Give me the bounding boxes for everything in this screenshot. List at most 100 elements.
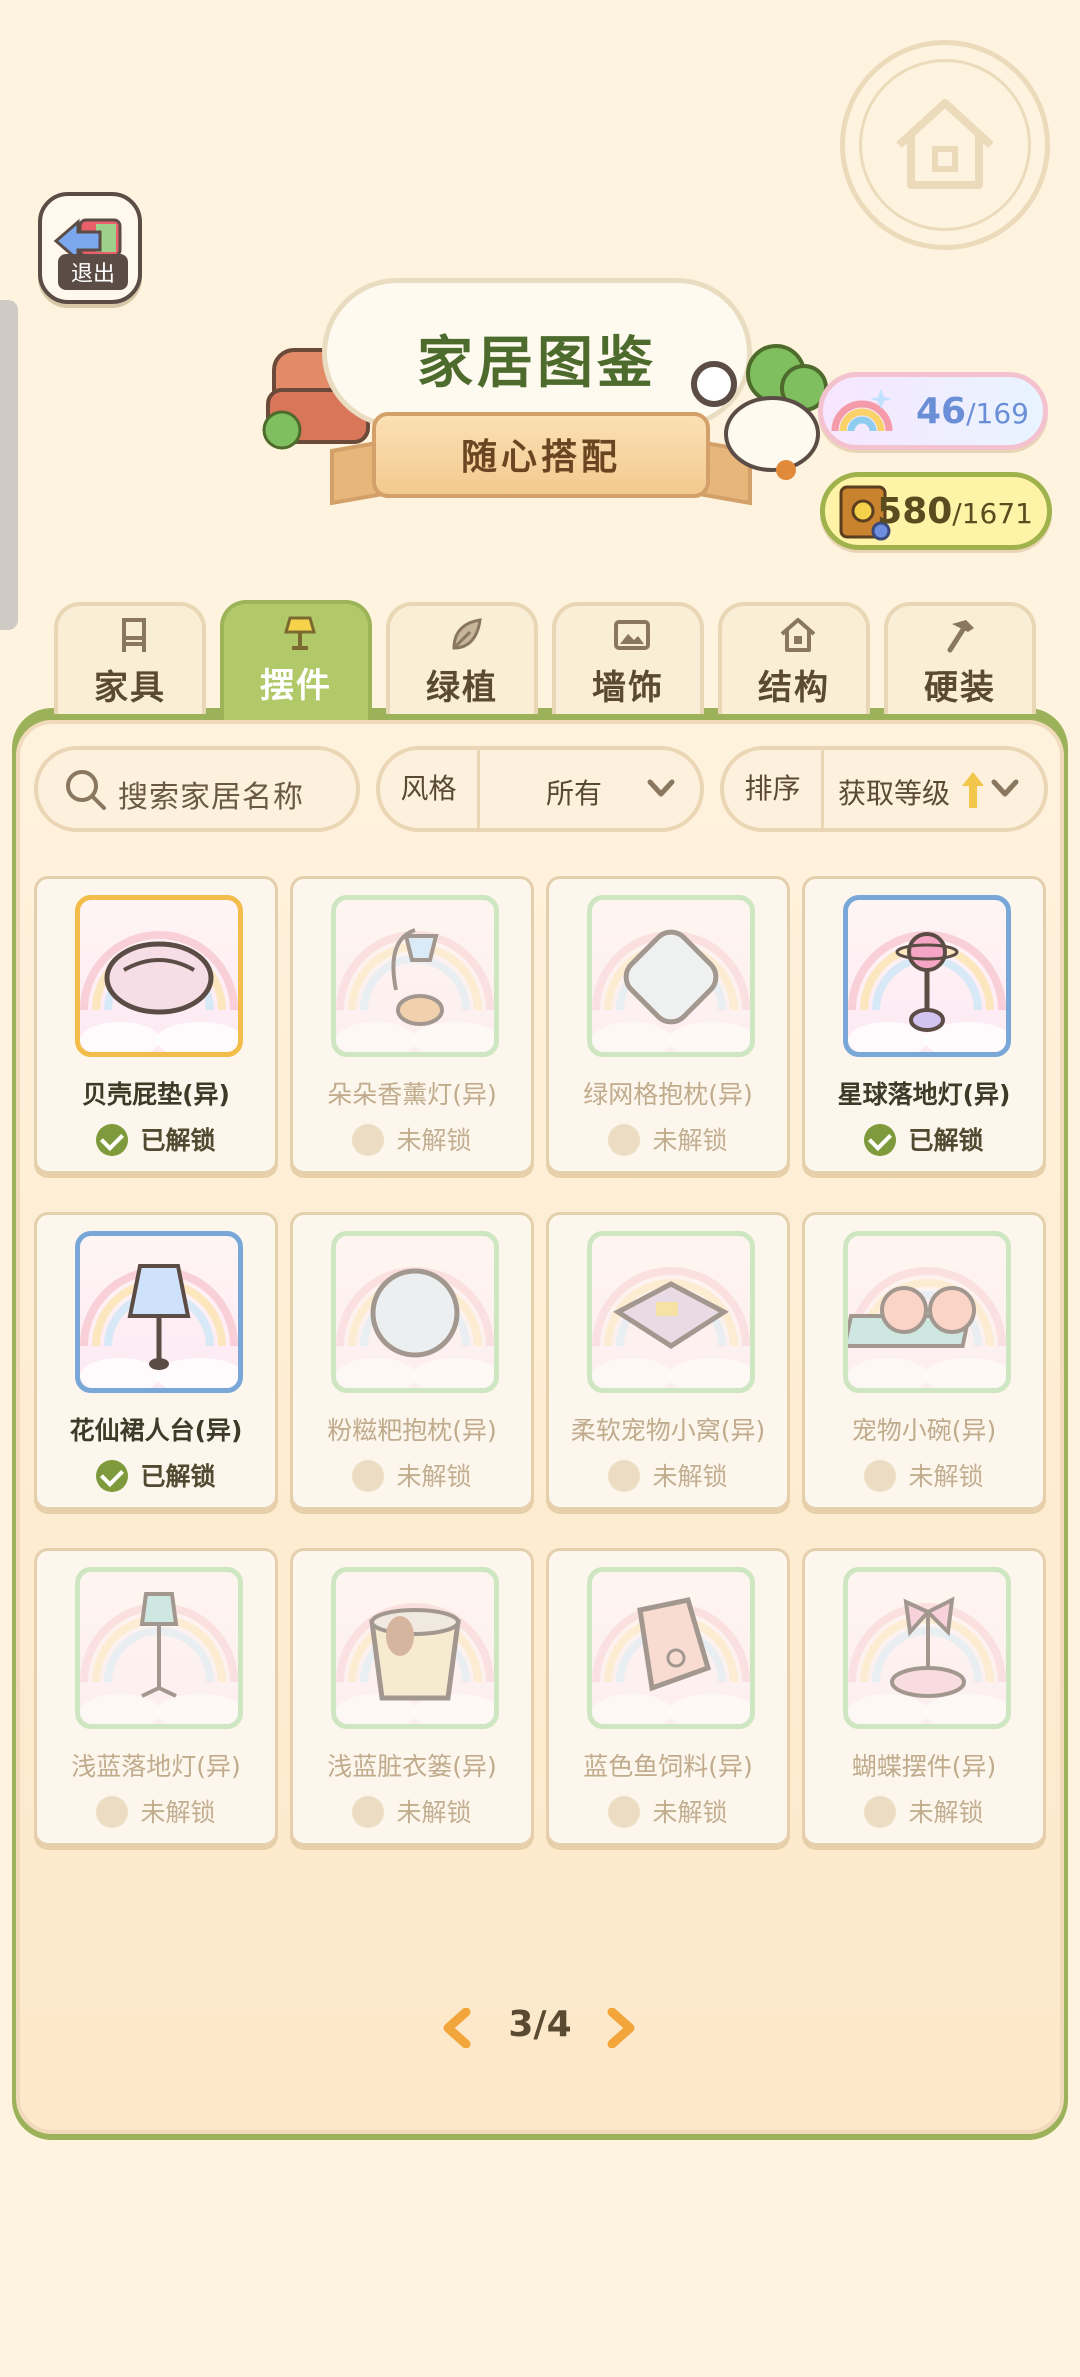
- item-status: 已解锁: [37, 1121, 275, 1158]
- tab-label: 摆件: [260, 666, 332, 706]
- fish-food-bag-icon: [592, 1597, 750, 1724]
- locked-dot-icon: [864, 1460, 897, 1492]
- item-status-label: 已解锁: [908, 1126, 984, 1155]
- item-name: 蝴蝶摆件(异): [851, 1752, 997, 1781]
- rainbow-icon: [831, 389, 893, 432]
- item-card[interactable]: 粉糍粑抱枕(异) 未解锁: [290, 1212, 534, 1510]
- tab-wall-decor[interactable]: 墙饰: [552, 602, 704, 714]
- item-status: 未解锁: [293, 1793, 531, 1830]
- tab-structure[interactable]: 结构: [718, 602, 870, 714]
- item-name: 浅蓝落地灯(异): [71, 1752, 241, 1781]
- item-card[interactable]: 绿网格抱枕(异) 未解锁: [546, 876, 790, 1174]
- checkmark-icon: [96, 1124, 129, 1156]
- tab-label: 家具: [94, 668, 166, 708]
- checkmark-icon: [96, 1460, 129, 1492]
- item-thumbnail: [843, 895, 1011, 1057]
- leaf-icon: [452, 618, 482, 650]
- item-status: 未解锁: [549, 1121, 787, 1158]
- search-icon: [66, 770, 106, 810]
- points-total: /1671: [952, 497, 1033, 530]
- tab-hardware[interactable]: 硬装: [884, 602, 1036, 714]
- chair-icon: [122, 618, 146, 652]
- item-card[interactable]: 朵朵香薰灯(异) 未解锁: [290, 876, 534, 1174]
- grid-pillow-icon: [592, 929, 750, 1052]
- item-thumbnail: [587, 1231, 755, 1393]
- points-counter[interactable]: 580/1671: [820, 472, 1052, 550]
- item-card[interactable]: 贝壳屁垫(异) 已解锁: [34, 876, 278, 1174]
- pet-bed-icon: [592, 1267, 750, 1388]
- locked-dot-icon: [608, 1124, 641, 1156]
- item-thumbnail: [331, 1567, 499, 1729]
- item-card[interactable]: 花仙裙人台(异) 已解锁: [34, 1212, 278, 1510]
- prev-page-button[interactable]: [440, 2008, 474, 2048]
- tab-label: 墙饰: [592, 668, 664, 708]
- item-thumbnail: [331, 1231, 499, 1393]
- item-name: 柔软宠物小窝(异): [570, 1416, 766, 1445]
- item-card[interactable]: 浅蓝落地灯(异) 未解锁: [34, 1548, 278, 1846]
- laundry-basket-icon: [336, 1603, 494, 1724]
- locked-dot-icon: [608, 1460, 641, 1492]
- item-thumbnail: [843, 1567, 1011, 1729]
- locked-dot-icon: [352, 1460, 385, 1492]
- home-stamp-decoration: [840, 40, 1050, 250]
- house-icon: [896, 99, 994, 189]
- planet-floor-lamp-icon: [848, 931, 1006, 1052]
- sort-dropdown[interactable]: 排序 获取等级: [720, 746, 1048, 832]
- item-thumbnail: [587, 895, 755, 1057]
- item-status: 已解锁: [37, 1457, 275, 1494]
- item-card[interactable]: 柔软宠物小窝(异) 未解锁: [546, 1212, 790, 1510]
- item-status: 未解锁: [549, 1793, 787, 1830]
- item-name: 绿网格抱枕(异): [583, 1080, 753, 1109]
- tab-plants[interactable]: 绿植: [386, 602, 538, 714]
- exit-label: 退出: [58, 254, 128, 290]
- shell-cushion-icon: [80, 931, 238, 1052]
- item-status-label: 已解锁: [140, 1126, 216, 1155]
- item-status-label: 未解锁: [908, 1798, 984, 1827]
- item-name: 朵朵香薰灯(异): [327, 1080, 497, 1109]
- exit-button[interactable]: 退出: [38, 192, 142, 304]
- item-card[interactable]: 蝴蝶摆件(异) 未解锁: [802, 1548, 1046, 1846]
- side-edge-handle[interactable]: [0, 300, 18, 630]
- item-status: 未解锁: [37, 1793, 275, 1830]
- pet-bowl-icon: [848, 1267, 1006, 1388]
- item-card[interactable]: 星球落地灯(异) 已解锁: [802, 876, 1046, 1174]
- item-card[interactable]: 蓝色鱼饲料(异) 未解锁: [546, 1548, 790, 1846]
- item-status-label: 未解锁: [396, 1798, 472, 1827]
- fairy-dress-mannequin-icon: [80, 1264, 238, 1388]
- round-pillow-icon: [336, 1267, 494, 1388]
- locked-dot-icon: [864, 1796, 897, 1828]
- item-status: 未解锁: [805, 1793, 1043, 1830]
- item-name: 贝壳屁垫(异): [82, 1080, 230, 1109]
- style-filter-label: 风格: [380, 750, 480, 828]
- next-page-button[interactable]: [604, 2008, 638, 2048]
- item-card[interactable]: 宠物小碗(异) 未解锁: [802, 1212, 1046, 1510]
- collected-total: /169: [966, 397, 1029, 430]
- item-thumbnail: [587, 1567, 755, 1729]
- search-input[interactable]: 搜索家居名称: [34, 746, 360, 832]
- sort-label: 排序: [724, 750, 824, 828]
- butterfly-ornament-icon: [848, 1596, 1006, 1724]
- item-status: 已解锁: [805, 1121, 1043, 1158]
- house-icon: [780, 618, 816, 652]
- item-thumbnail: [75, 895, 243, 1057]
- tab-ornaments[interactable]: 摆件: [220, 600, 372, 720]
- item-card[interactable]: 浅蓝脏衣篓(异) 未解锁: [290, 1548, 534, 1846]
- checkmark-icon: [864, 1124, 897, 1156]
- item-status-label: 未解锁: [908, 1462, 984, 1491]
- item-name: 宠物小碗(异): [851, 1416, 997, 1445]
- locked-dot-icon: [352, 1124, 385, 1156]
- collection-counter[interactable]: 46/169: [818, 372, 1048, 450]
- item-status-label: 未解锁: [396, 1126, 472, 1155]
- chevron-down-icon: [647, 779, 675, 797]
- collected-count: 46: [916, 391, 967, 432]
- item-status-label: 未解锁: [652, 1798, 728, 1827]
- sort-ascending-arrow-icon: [962, 772, 984, 808]
- item-name: 花仙裙人台(异): [69, 1416, 243, 1445]
- style-filter-dropdown[interactable]: 风格 所有: [376, 746, 704, 832]
- points-count: 580: [877, 491, 953, 532]
- tab-furniture[interactable]: 家具: [54, 602, 206, 714]
- locked-dot-icon: [608, 1796, 641, 1828]
- search-placeholder: 搜索家居名称: [118, 780, 304, 815]
- item-name: 粉糍粑抱枕(异): [327, 1416, 497, 1445]
- item-thumbnail: [331, 895, 499, 1057]
